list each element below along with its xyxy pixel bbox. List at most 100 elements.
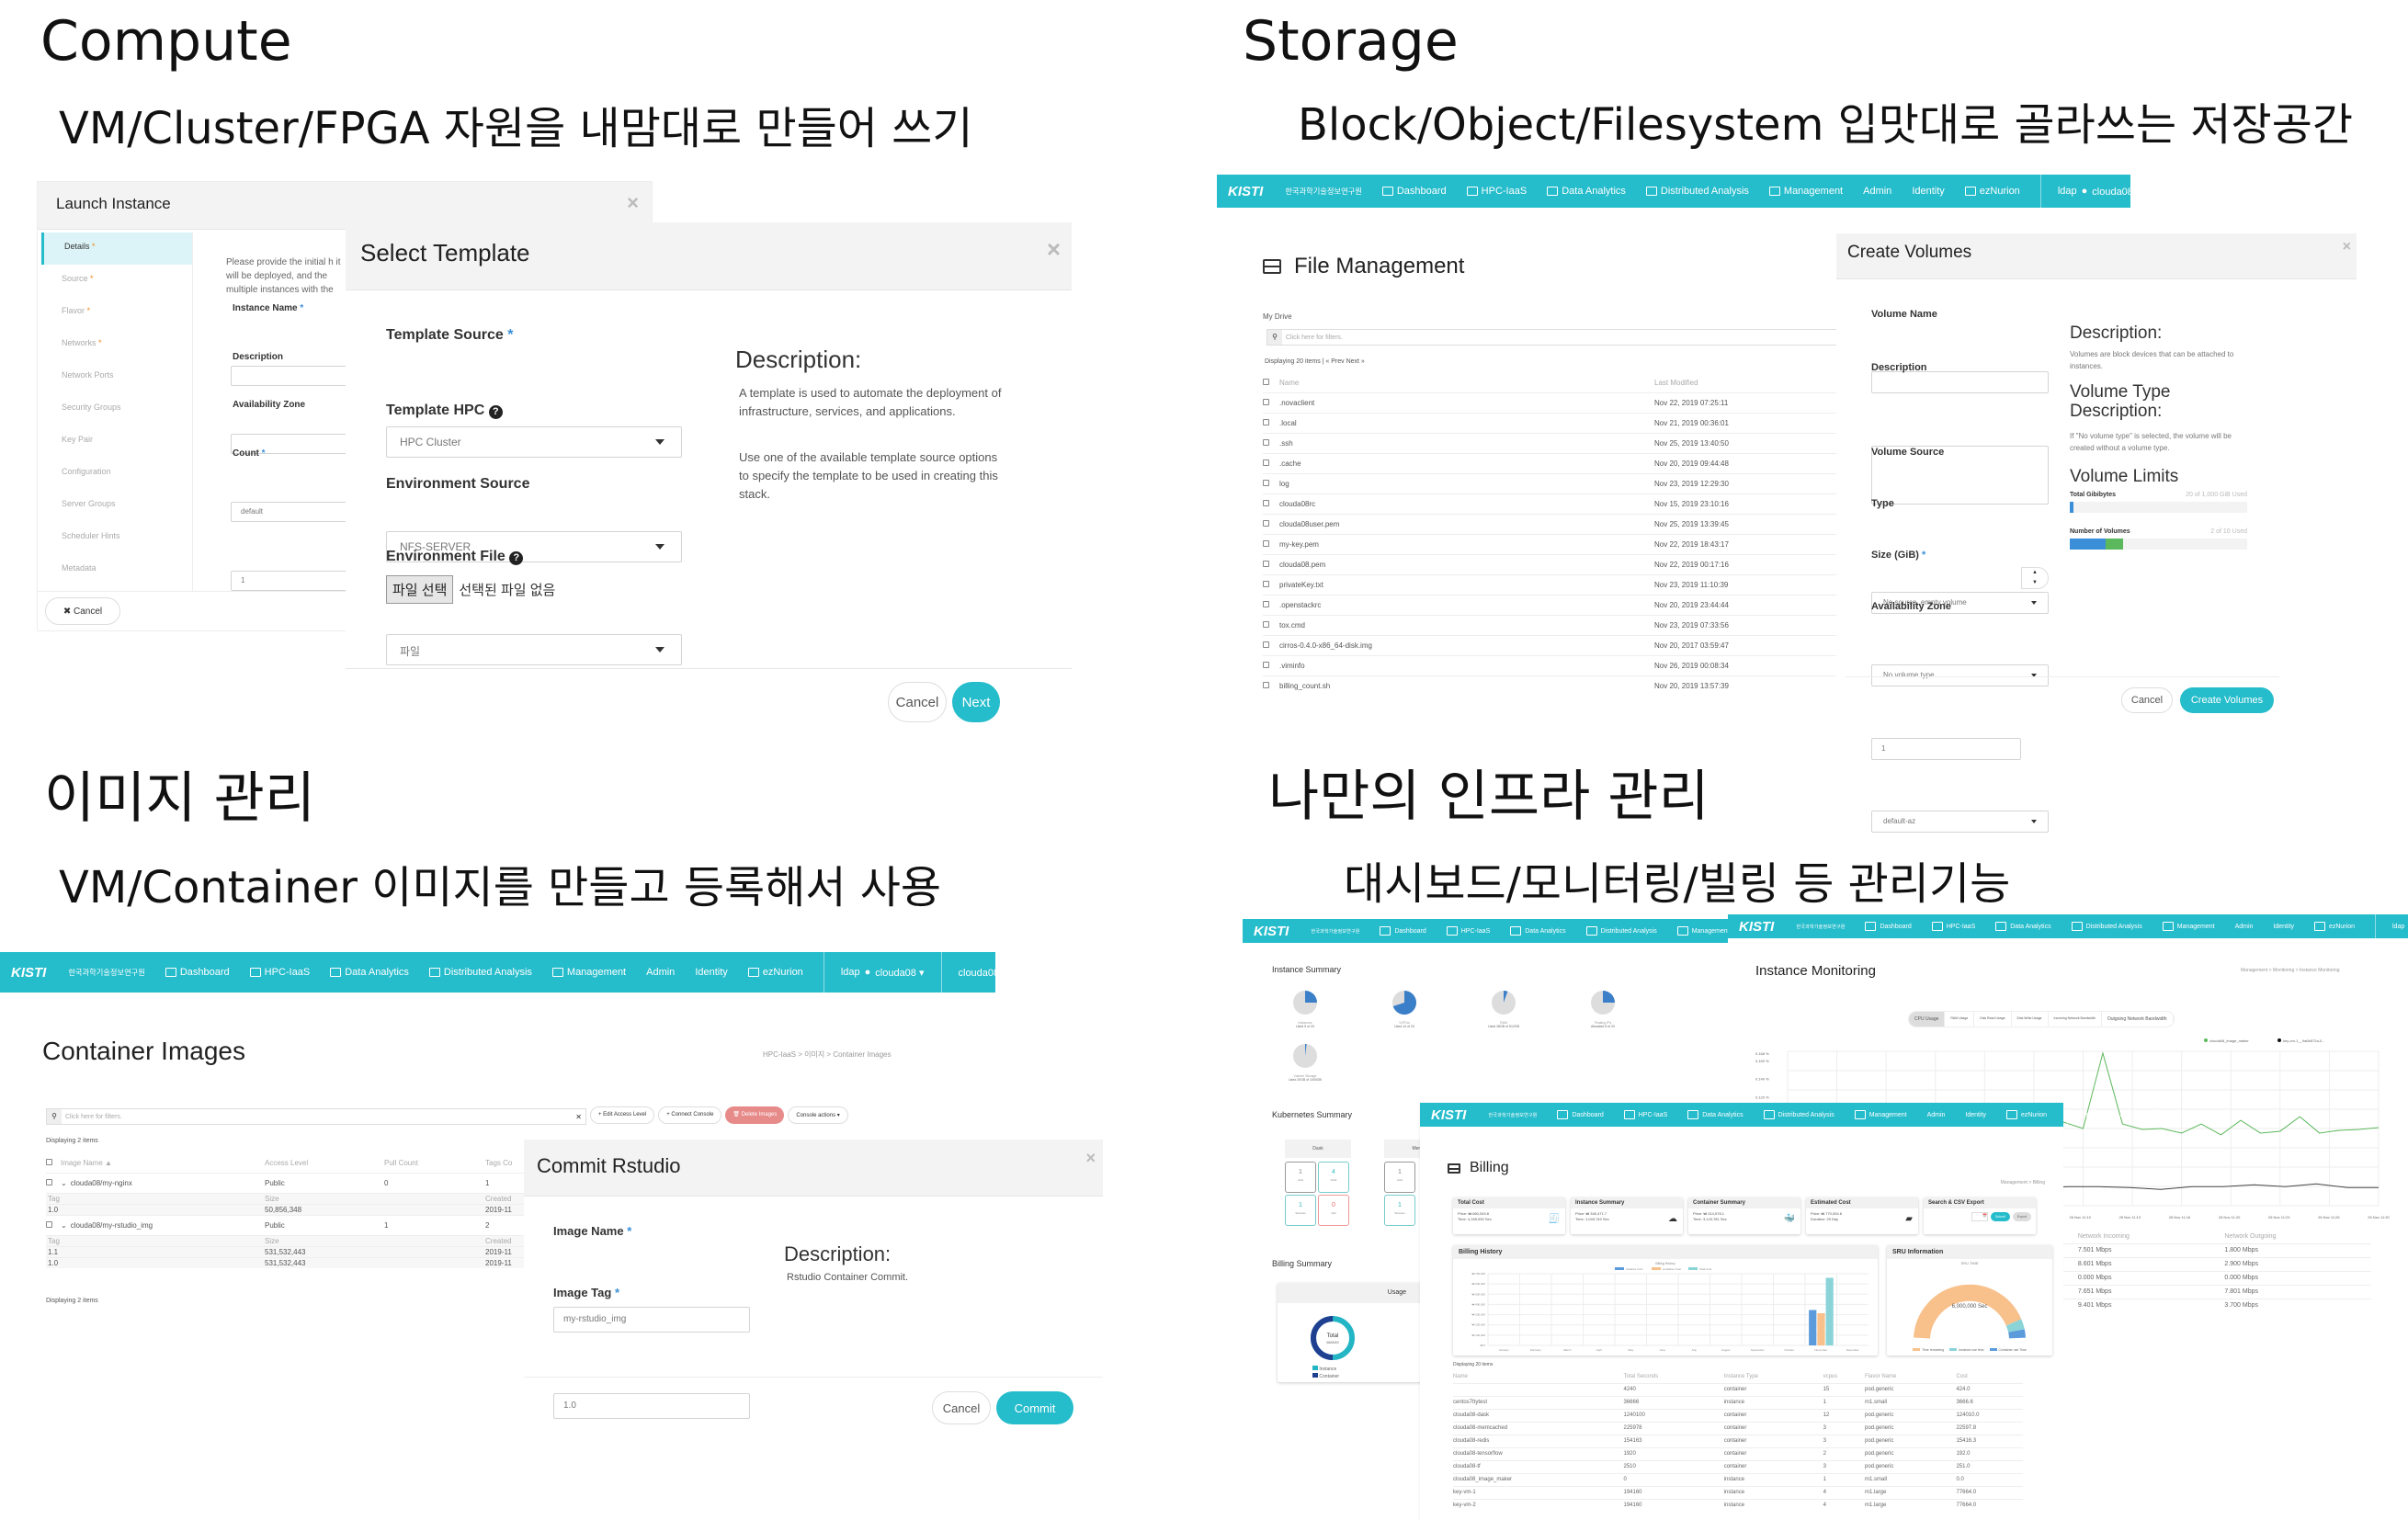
file-name[interactable]: .viminfo [1279, 654, 1654, 675]
nav-item-eznurion[interactable]: ezNurion [1964, 186, 2020, 197]
expand-chevron-icon[interactable]: ⌄ [61, 1179, 67, 1187]
count-input[interactable]: 1 [231, 571, 359, 591]
row-checkbox[interactable] [1263, 418, 1269, 425]
step-flavor[interactable]: Flavor * [41, 297, 192, 329]
k8s-pods[interactable]: 4 Pods [1318, 1162, 1349, 1193]
date-input[interactable]: 📅 [1971, 1212, 1988, 1221]
nav-item-identity[interactable]: Identity [2273, 924, 2294, 930]
col-header[interactable]: vcpus [1823, 1370, 1865, 1383]
row-checkbox[interactable] [1263, 479, 1269, 486]
nav-item-admin[interactable]: Admin [646, 967, 675, 978]
file-name[interactable]: cirros-0.4.0-x86_64-disk.img [1279, 634, 1654, 655]
nav-item-admin[interactable]: Admin [1927, 1112, 1946, 1118]
nav-item-dashboard[interactable]: Dashboard [1380, 926, 1426, 936]
nav-item-distributed-analysis[interactable]: Distributed Analysis [1645, 186, 1749, 197]
file-name[interactable]: clouda08user.pem [1279, 513, 1654, 534]
nav-item-eznurion[interactable]: ezNurion [2313, 922, 2355, 931]
image-name[interactable]: clouda08/my-nginx [71, 1179, 132, 1187]
file-name[interactable]: clouda08.pem [1279, 553, 1654, 574]
nav-item-data-analytics[interactable]: Data Analytics [1547, 186, 1626, 197]
connect-console-button[interactable]: + Connect Console [658, 1106, 722, 1124]
row-checkbox[interactable] [1263, 398, 1269, 405]
az-select[interactable]: default-az [1871, 811, 2049, 833]
expand-chevron-icon[interactable]: ⌄ [61, 1221, 67, 1230]
nav-item-management[interactable]: Management [1768, 186, 1843, 197]
file-name[interactable]: log [1279, 472, 1654, 493]
nav-item-distributed-analysis[interactable]: Distributed Analysis [428, 967, 532, 978]
col-header[interactable]: Total Seconds [1624, 1370, 1724, 1383]
size-input[interactable]: 1 [1871, 738, 2021, 760]
tab-incoming-network-bandwidth[interactable]: Incoming Network Bandwidth [2049, 1012, 2102, 1027]
table-row[interactable]: .local Nov 21, 2019 00:36:01 [1263, 412, 1838, 433]
nav-item-hpc-iaas[interactable]: HPC-IaaS [1446, 926, 1490, 936]
file-name[interactable]: billing_count.sh [1279, 675, 1654, 696]
row-checkbox[interactable] [1263, 641, 1269, 648]
nav-item-eznurion[interactable]: ezNurion [747, 967, 803, 978]
table-row[interactable]: my-key.pem Nov 22, 2019 18:43:17 [1263, 533, 1838, 554]
nav-item-management[interactable]: Management [1676, 926, 1730, 936]
create-volumes-button[interactable]: Create Volumes [2180, 687, 2274, 713]
close-icon[interactable]: × [2343, 239, 2351, 255]
cancel-button[interactable]: Cancel [888, 682, 947, 722]
nav-item-admin[interactable]: Admin [2235, 924, 2254, 930]
project-switcher[interactable]: ldap●clouda08 ▾ [2067, 1103, 2157, 1127]
row-checkbox[interactable] [1263, 560, 1269, 567]
select-all-checkbox[interactable] [46, 1159, 52, 1166]
nav-item-management[interactable]: Management [2162, 922, 2215, 931]
k8s-jobs[interactable]: 1 Jobs [1384, 1162, 1415, 1193]
filter-input[interactable]: ⚲ Click here for filters. [1266, 329, 1838, 346]
k8s-fail[interactable]: 0 Fail [1318, 1195, 1349, 1226]
table-row[interactable]: clouda08rc Nov 15, 2019 23:10:16 [1263, 493, 1838, 514]
file-name[interactable]: .openstackrc [1279, 594, 1654, 615]
close-icon[interactable]: × [1085, 1149, 1096, 1168]
nav-item-dashboard[interactable]: Dashboard [1865, 922, 1912, 931]
size-stepper[interactable]: ▲ ▼ [2021, 567, 2049, 589]
nav-item-hpc-iaas[interactable]: HPC-IaaS [1466, 186, 1527, 197]
close-icon[interactable]: × [1047, 235, 1061, 264]
file-name[interactable]: clouda08rc [1279, 493, 1654, 514]
nav-item-management[interactable]: Management [1854, 1110, 1907, 1119]
nav-item-identity[interactable]: Identity [1912, 186, 1944, 197]
file-name[interactable]: my-key.pem [1279, 533, 1654, 554]
project-switcher[interactable]: ldap●clouda08 ▾ [823, 952, 941, 993]
availability-zone-select[interactable]: default [231, 502, 359, 522]
file-name[interactable]: tox.cmd [1279, 614, 1654, 635]
commit-button[interactable]: Commit [996, 1391, 1073, 1424]
row-checkbox[interactable] [1263, 519, 1269, 527]
table-row[interactable]: log Nov 23, 2019 12:29:30 [1263, 472, 1838, 493]
clear-filter-icon[interactable]: ✕ [575, 1113, 582, 1121]
step-network-ports[interactable]: Network Ports [41, 361, 192, 393]
export-button[interactable]: Export [2012, 1212, 2031, 1221]
image-tag-input[interactable]: 1.0 [553, 1393, 750, 1419]
image-name[interactable]: clouda08/my-rstudio_img [71, 1221, 153, 1230]
table-row[interactable]: clouda08user.pem Nov 25, 2019 13:39:45 [1263, 513, 1838, 534]
tab-cpu-usage[interactable]: CPU Usage [1909, 1012, 1946, 1027]
col-header[interactable]: Cost [1956, 1370, 2023, 1383]
filter-input[interactable]: ⚲ Click here for filters. ✕ [46, 1108, 586, 1125]
step-security-groups[interactable]: Security Groups [41, 393, 192, 425]
nav-item-hpc-iaas[interactable]: HPC-IaaS [1931, 922, 1975, 931]
nav-item-dashboard[interactable]: Dashboard [1557, 1110, 1604, 1119]
nav-item-dashboard[interactable]: Dashboard [165, 967, 230, 978]
tab-outgoing-network-bandwidth[interactable]: Outgoing Network Bandwidth [2102, 1012, 2174, 1027]
select-all-checkbox[interactable] [1263, 379, 1269, 386]
row-checkbox[interactable] [1263, 438, 1269, 446]
instance-name-input[interactable] [231, 366, 359, 386]
nav-item-dashboard[interactable]: Dashboard [1381, 186, 1447, 197]
step-key-pair[interactable]: Key Pair [41, 425, 192, 458]
step-networks[interactable]: Networks * [41, 329, 192, 361]
kisti-logo[interactable]: KISTI [1228, 184, 1263, 199]
table-row[interactable]: billing_count.sh Nov 20, 2019 13:57:39 [1263, 675, 1838, 696]
table-row[interactable]: .viminfo Nov 26, 2019 00:08:34 [1263, 654, 1838, 675]
console-actions-dropdown[interactable]: Console actions ▾ [788, 1106, 848, 1124]
nav-item-management[interactable]: Management [551, 967, 626, 978]
kisti-logo[interactable]: KISTI [11, 965, 46, 981]
user-menu[interactable]: clouda08 ▾ [2157, 175, 2241, 208]
step-server-groups[interactable]: Server Groups [41, 490, 192, 522]
table-row[interactable]: privateKey.txt Nov 23, 2019 11:10:39 [1263, 573, 1838, 595]
delete-images-button[interactable]: 🗑 Delete Images [725, 1106, 785, 1124]
help-icon[interactable]: ? [509, 551, 524, 565]
step-metadata[interactable]: Metadata [41, 554, 192, 586]
file-choose-button[interactable]: 파일 선택 [386, 575, 454, 604]
row-checkbox[interactable] [46, 1178, 52, 1185]
